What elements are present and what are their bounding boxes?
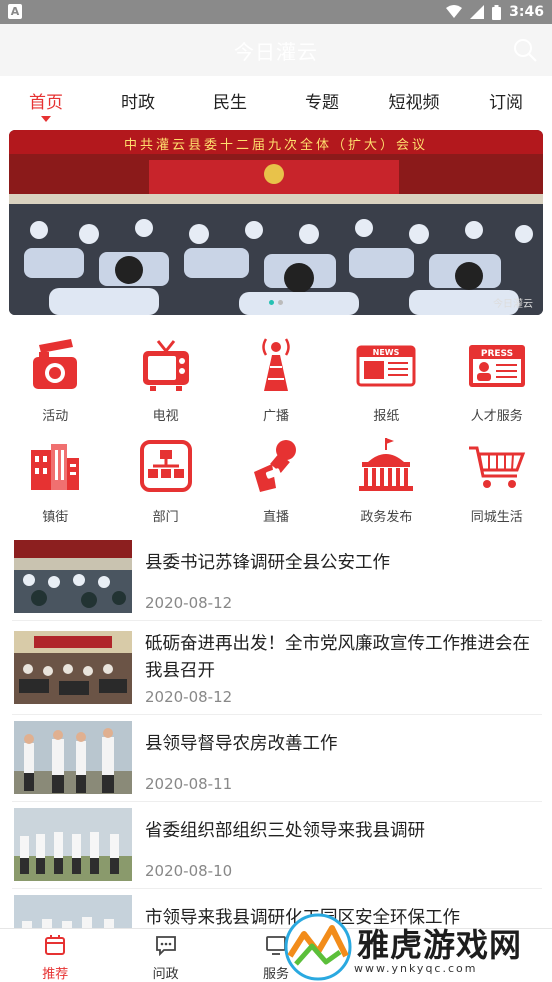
app-title: 今日灌云 xyxy=(234,40,318,64)
grid-item-label: 镇街 xyxy=(42,510,69,525)
buildings-icon xyxy=(31,444,80,490)
banner-carousel[interactable]: 中共灌云县委十二届九次全体（扩大）会议 今日灌云 xyxy=(9,130,543,315)
list-item[interactable]: 砥砺奋进再出发！全市党风廉政宣传工作推进会在我县召开 2020-08-12 xyxy=(12,621,542,715)
shopping-cart-icon xyxy=(468,446,525,488)
carousel-dot-1[interactable] xyxy=(269,300,274,305)
grid-item-tv[interactable]: 电视 xyxy=(110,330,220,431)
grid-item-label: 同城生活 xyxy=(470,510,523,525)
grid-item-live[interactable]: 直播 xyxy=(221,431,331,532)
live-mic-icon xyxy=(253,440,296,492)
government-building-icon xyxy=(359,438,414,491)
tab-subscribe[interactable]: 订阅 xyxy=(460,76,552,126)
watermark-url: www.ynkyqc.com xyxy=(354,962,478,975)
grid-item-departments[interactable]: 部门 xyxy=(110,431,220,532)
app-header: 今日灌云 xyxy=(0,24,552,76)
news-thumbnail xyxy=(14,540,132,613)
bottom-nav-inquiry[interactable]: 问政 xyxy=(110,929,220,982)
list-item[interactable]: 省委组织部组织三处领导来我县调研 2020-08-10 xyxy=(12,802,542,889)
watermark-text: 雅虎游戏网 xyxy=(357,926,523,964)
watermark-logo xyxy=(284,913,352,981)
category-tabs: 首页 时政 民生 专题 短视频 订阅 xyxy=(0,76,552,126)
calendar-icon xyxy=(45,935,66,955)
list-item[interactable]: 县领导督导农房改善工作 2020-08-11 xyxy=(12,715,542,802)
grid-item-label: 电视 xyxy=(152,409,179,424)
banner-watermark: 今日灌云 xyxy=(493,299,533,310)
grid-item-label: 直播 xyxy=(262,510,289,525)
grid-item-towns[interactable]: 镇街 xyxy=(0,431,110,532)
camera-icon xyxy=(33,339,78,389)
news-title: 砥砺奋进再出发！全市党风廉政宣传工作推进会在我县召开 xyxy=(145,634,530,681)
org-chart-icon xyxy=(139,440,192,492)
news-thumbnail xyxy=(14,721,132,794)
bottom-nav-recommend[interactable]: 推荐 xyxy=(0,929,110,982)
grid-item-city-life[interactable]: 同城生活 xyxy=(442,431,552,532)
carousel-indicator xyxy=(9,290,543,309)
search-icon[interactable] xyxy=(512,37,538,63)
feature-grid: 活动 电视 广播 NEWS 报纸 PRESS 人才服务 镇街 部门 直播 政务发… xyxy=(0,330,552,532)
grid-item-label: 报纸 xyxy=(373,409,400,424)
news-title: 省委组织部组织三处领导来我县调研 xyxy=(145,821,425,841)
newspaper-icon: NEWS xyxy=(356,345,416,387)
bottom-nav-label: 问政 xyxy=(152,967,179,982)
tab-home[interactable]: 首页 xyxy=(0,76,92,126)
site-watermark: 雅虎游戏网 www.ynkyqc.com xyxy=(282,908,552,982)
carousel-dot-2[interactable] xyxy=(278,300,283,305)
status-bar: A 3:46 xyxy=(0,0,552,24)
tab-politics[interactable]: 时政 xyxy=(92,76,184,126)
bottom-nav-label: 推荐 xyxy=(42,967,69,982)
banner-caption: 中共灌云县委十二届九次全体（扩大）会议 xyxy=(123,138,428,153)
signal-icon xyxy=(470,5,485,19)
news-date: 2020-08-10 xyxy=(145,862,233,880)
news-title: 县领导督导农房改善工作 xyxy=(145,734,338,754)
news-date: 2020-08-11 xyxy=(145,775,233,793)
tab-livelihood[interactable]: 民生 xyxy=(184,76,276,126)
battery-icon xyxy=(492,4,502,20)
app-notification-icon: A xyxy=(8,4,22,19)
tv-icon xyxy=(142,340,189,391)
grid-item-activity[interactable]: 活动 xyxy=(0,330,110,431)
radio-tower-icon xyxy=(262,338,290,391)
tab-short-video[interactable]: 短视频 xyxy=(368,76,460,126)
grid-item-label: 部门 xyxy=(152,510,179,525)
list-item[interactable]: 县委书记苏锋调研全县公安工作 2020-08-12 xyxy=(12,534,542,621)
grid-item-newspaper[interactable]: NEWS 报纸 xyxy=(331,330,441,431)
grid-item-label: 政务发布 xyxy=(360,510,413,525)
grid-item-label: 广播 xyxy=(262,409,289,424)
grid-item-label: 人才服务 xyxy=(470,409,523,424)
grid-item-radio[interactable]: 广播 xyxy=(221,330,331,431)
news-thumbnail xyxy=(14,631,132,704)
status-time: 3:46 xyxy=(509,4,544,20)
banner-image xyxy=(9,130,543,315)
tab-topics[interactable]: 专题 xyxy=(276,76,368,126)
svg-text:PRESS: PRESS xyxy=(481,349,513,359)
grid-item-talent-service[interactable]: PRESS 人才服务 xyxy=(442,330,552,431)
news-title: 县委书记苏锋调研全县公安工作 xyxy=(145,553,390,573)
svg-text:NEWS: NEWS xyxy=(373,348,400,357)
chat-icon xyxy=(155,936,176,957)
wifi-icon xyxy=(446,5,463,18)
press-card-icon: PRESS xyxy=(468,345,525,387)
news-date: 2020-08-12 xyxy=(145,594,233,612)
news-thumbnail xyxy=(14,808,132,881)
grid-item-label: 活动 xyxy=(42,409,69,424)
news-date: 2020-08-12 xyxy=(145,688,233,706)
grid-item-gov-release[interactable]: 政务发布 xyxy=(331,431,441,532)
